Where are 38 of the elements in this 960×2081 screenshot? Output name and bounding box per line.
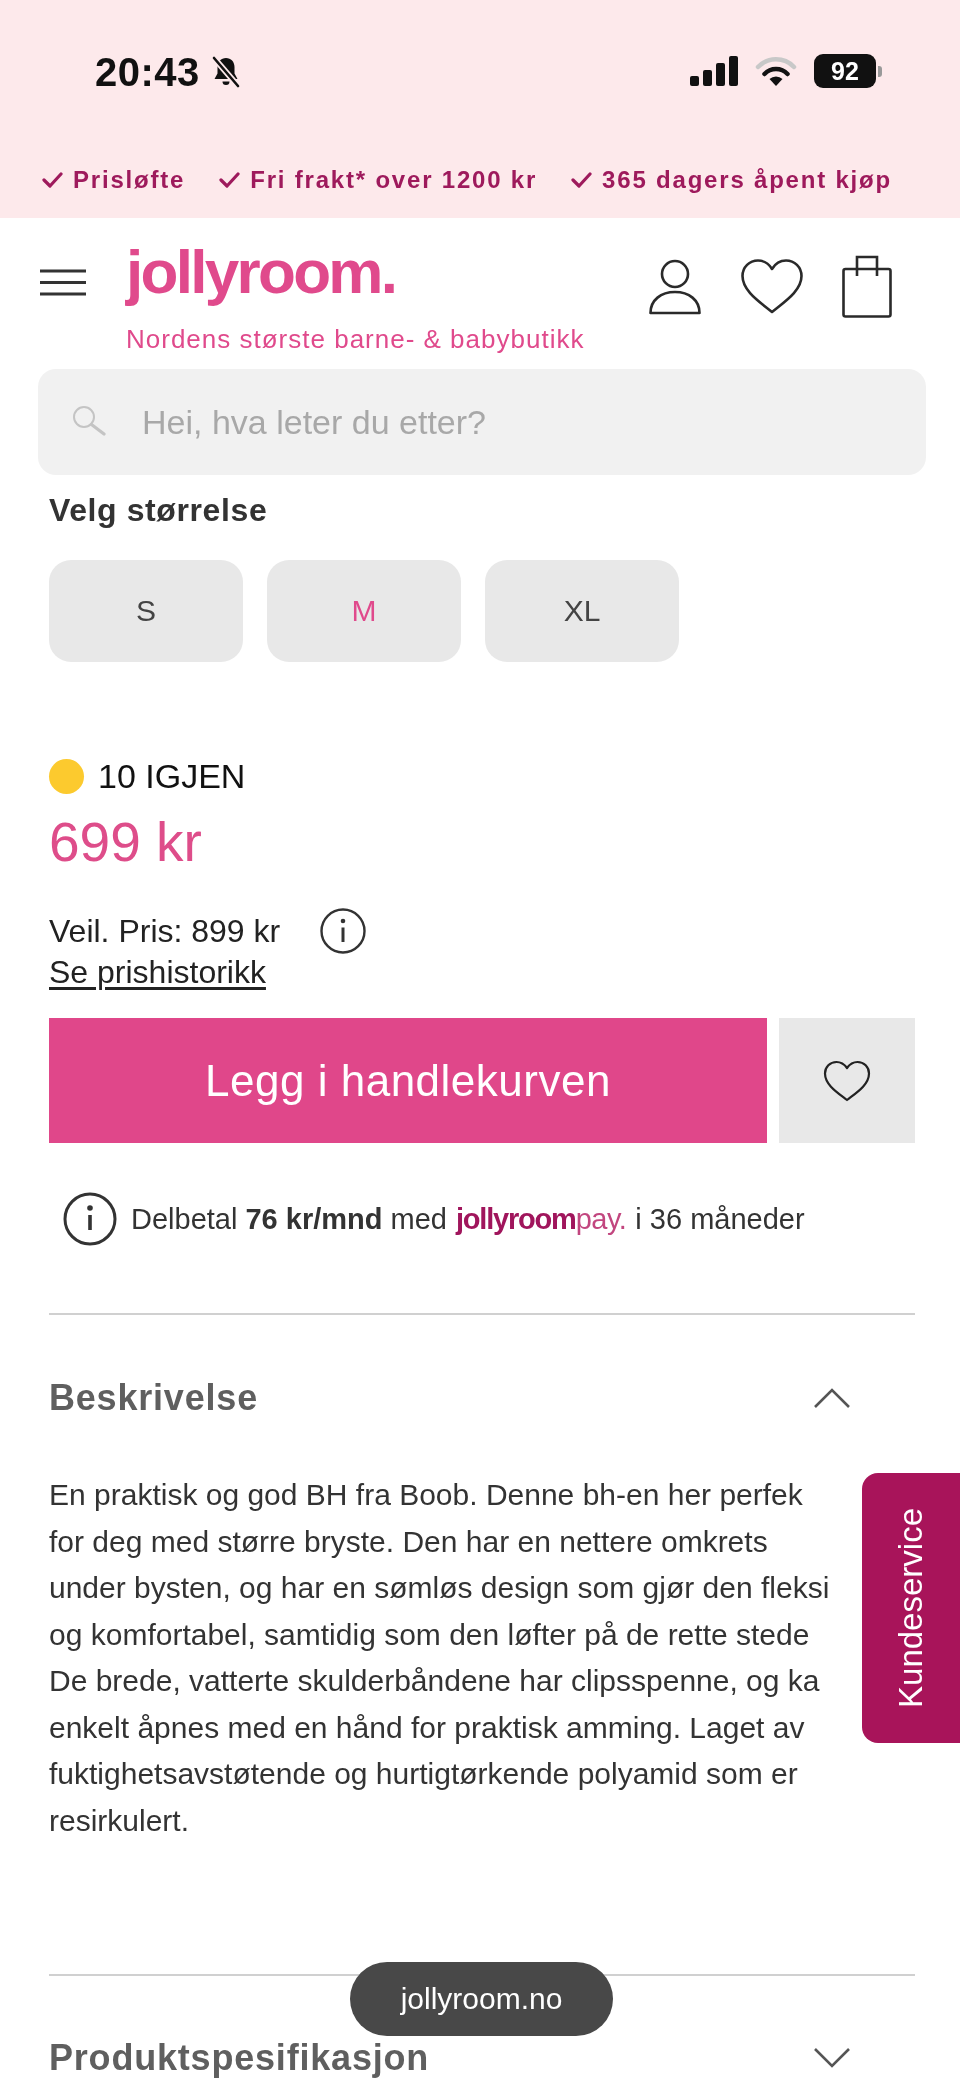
info-icon[interactable] bbox=[63, 1192, 117, 1246]
installment-text: Delbetal 76 kr/mnd med bbox=[131, 1202, 447, 1236]
signal-icon bbox=[690, 56, 738, 86]
section-title[interactable]: Produktspesifikasjon bbox=[49, 2038, 430, 2078]
stock-text: 10 IGJEN bbox=[98, 756, 246, 796]
payment-logo: jollyroompay. bbox=[455, 1202, 627, 1236]
user-icon[interactable] bbox=[648, 258, 702, 315]
size-label: Velg størrelse bbox=[49, 491, 268, 529]
chevron-up-icon[interactable] bbox=[813, 1386, 851, 1409]
description-text: En praktisk og god BH fra Boob. Denne bh-en her perfek for deg med større bryste. Den har en nettere omkrets under bysten, og har en sømløs design som gjør den fleksi og komfortabel, samtidig som den løfter på de rette stede De brede, vatterte skulderbåndene har clipsspenne, og ka enkelt åpnes med en hånd for praktisk amming. Laget av fuktighetsavstøtende og hurtigtørkende polyamid som er resirkulert. bbox=[49, 1477, 830, 1839]
size-option[interactable]: S bbox=[49, 560, 243, 662]
search-field[interactable]: Hei, hva leter du etter? bbox=[38, 369, 926, 475]
promo-text: 365 dagers åpent kjøp bbox=[602, 166, 892, 194]
url-pill[interactable]: jollyroom.no bbox=[350, 1962, 613, 2036]
check-icon bbox=[42, 171, 63, 189]
check-icon bbox=[219, 171, 241, 189]
info-icon[interactable] bbox=[320, 908, 367, 954]
tagline-text: Nordens største barne- & babybutikk bbox=[126, 324, 585, 355]
installment-text: i 36 måneder bbox=[635, 1202, 805, 1236]
add-to-cart-button[interactable]: Legg i handlekurven bbox=[49, 1018, 767, 1143]
check-icon bbox=[571, 171, 593, 189]
menu-icon[interactable] bbox=[40, 269, 86, 296]
promo-text: Fri frakt* over 1200 kr bbox=[250, 166, 538, 194]
wifi-icon bbox=[754, 55, 798, 87]
chevron-down-icon[interactable] bbox=[813, 2047, 851, 2069]
battery-level: 92 bbox=[814, 54, 882, 88]
clock-time: 20:43 bbox=[95, 50, 200, 94]
section-title[interactable]: Beskrivelse bbox=[49, 1377, 258, 1418]
size-option[interactable]: XL bbox=[485, 560, 679, 662]
recommended-price: Veil. Pris: 899 kr bbox=[49, 912, 281, 950]
price-text: 699 kr bbox=[49, 812, 202, 872]
price-history-link[interactable]: Se prishistorikk bbox=[49, 954, 266, 990]
search-icon bbox=[71, 405, 106, 436]
heart-icon[interactable] bbox=[740, 258, 804, 315]
shopping-bag-icon[interactable] bbox=[842, 255, 892, 318]
heart-icon bbox=[823, 1059, 871, 1102]
customer-service-tab[interactable]: Kundeservice bbox=[862, 1473, 960, 1743]
promo-text: Prisløfte bbox=[73, 166, 186, 194]
